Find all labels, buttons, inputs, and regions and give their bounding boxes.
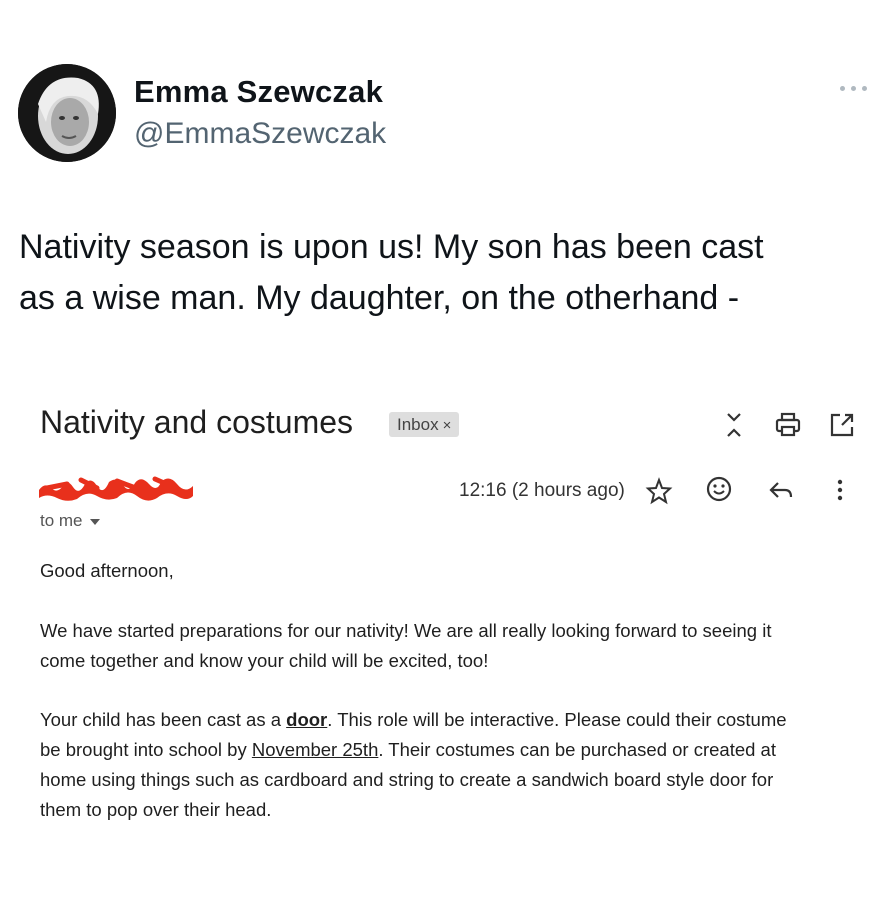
recipient-details[interactable]: to me: [40, 511, 100, 531]
tweet-text-line: as a wise man. My daughter, on the other…: [19, 279, 740, 317]
avatar[interactable]: [18, 64, 116, 162]
email-text: . This role will be interactive. Please …: [327, 709, 787, 730]
star-icon[interactable]: [645, 477, 673, 505]
emoji-icon[interactable]: [705, 475, 733, 503]
chevron-down-icon[interactable]: [89, 518, 100, 525]
open-new-window-icon[interactable]: [828, 411, 856, 439]
print-icon[interactable]: [774, 411, 802, 439]
due-date: November 25th: [251, 739, 379, 760]
reply-icon[interactable]: [767, 477, 795, 505]
email-line: them to pop over their head.: [40, 799, 272, 820]
sender-name-redacted: [39, 476, 193, 501]
role-door: door: [286, 709, 328, 730]
avatar-photo: [18, 64, 116, 162]
email-timestamp: 12:16 (2 hours ago): [459, 480, 625, 501]
inbox-label-text: Inbox: [397, 415, 439, 434]
email-line: Your child has been cast as a door. This…: [40, 705, 870, 735]
recipient-text: to me: [40, 511, 83, 530]
email-text: Your child has been cast as a: [40, 709, 287, 730]
expand-collapse-icon[interactable]: [720, 411, 748, 439]
more-dots-icon[interactable]: [836, 80, 876, 96]
email-screenshot: Nativity and costumes Inbox × 12:16 (2 ho…: [0, 380, 893, 897]
tweet-text: Nativity season is upon us! My son has b…: [19, 222, 879, 324]
author-handle[interactable]: @EmmaSzewczak: [134, 117, 386, 151]
email-line: We have started preparations for our nat…: [40, 620, 772, 641]
tweet-text-line: Nativity season is upon us! My son has b…: [19, 228, 764, 266]
close-label-icon[interactable]: ×: [443, 417, 452, 434]
email-line: come together and know your child will b…: [40, 650, 489, 671]
email-text: be brought into school by: [40, 739, 252, 760]
more-vertical-icon[interactable]: [826, 476, 854, 504]
inbox-label[interactable]: Inbox ×: [389, 412, 460, 437]
author-name[interactable]: Emma Szewczak: [134, 74, 383, 110]
email-paragraph-1: We have started preparations for our nat…: [40, 616, 870, 676]
email-subject: Nativity and costumes: [40, 404, 354, 440]
email-paragraph-2: Your child has been cast as a door. This…: [40, 705, 870, 825]
email-text: . Their costumes can be purchased or cre…: [378, 739, 776, 760]
email-line: home using things such as cardboard and …: [40, 769, 774, 790]
email-line: be brought into school by November 25th.…: [40, 735, 870, 765]
email-greeting: Good afternoon,: [40, 560, 174, 581]
